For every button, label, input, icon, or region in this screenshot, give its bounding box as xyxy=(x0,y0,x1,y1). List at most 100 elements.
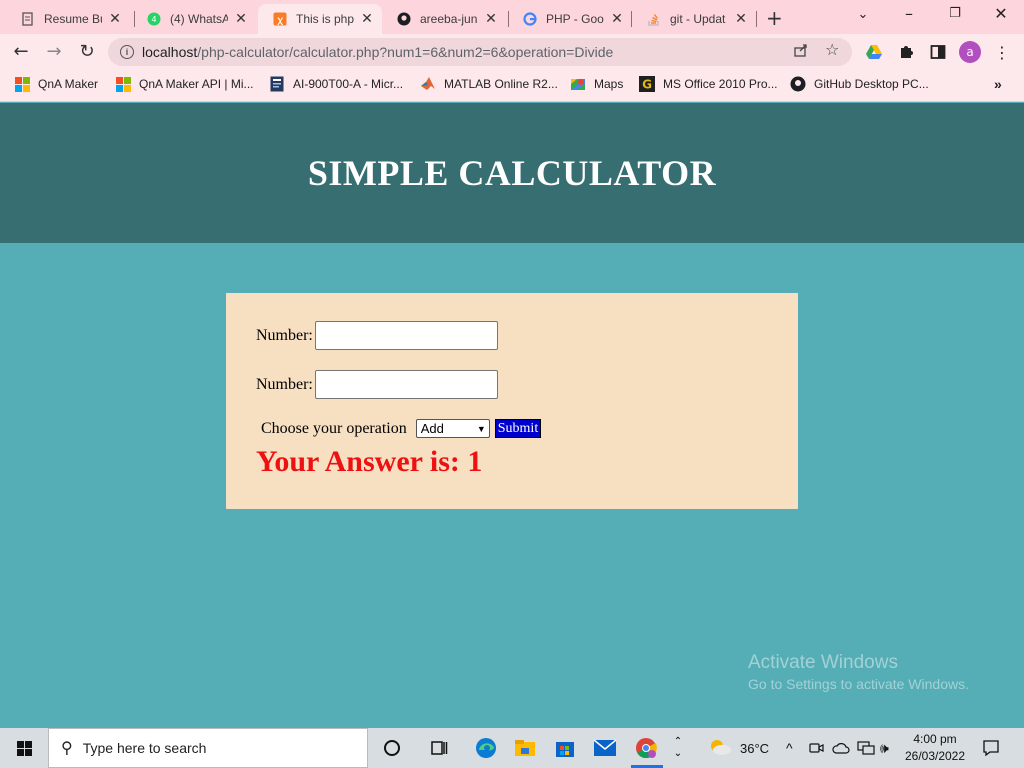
activate-windows-watermark: Activate Windows Go to Settings to activ… xyxy=(748,652,969,692)
whatsapp-icon: 4 xyxy=(146,11,162,27)
close-icon[interactable]: ✕ xyxy=(484,11,498,27)
system-clock[interactable]: 4:00 pm 26/03/2022 xyxy=(900,731,970,765)
bookmark-item[interactable]: AI-900T00-A - Micr... xyxy=(269,76,403,92)
bookmarks-bar: QnA Maker QnA Maker API | Mi... AI-900T0… xyxy=(0,70,1024,102)
watermark-title: Activate Windows xyxy=(748,652,898,673)
microsoft-icon xyxy=(115,76,131,92)
tab-whatsapp[interactable]: 4 (4) WhatsAp ✕ xyxy=(132,4,258,34)
network-icon[interactable] xyxy=(857,728,875,768)
close-icon[interactable]: ✕ xyxy=(360,11,374,27)
bookmark-star-icon[interactable]: ☆ xyxy=(825,40,839,59)
watermark-subtitle: Go to Settings to activate Windows. xyxy=(748,676,969,692)
minimize-icon[interactable]: – xyxy=(886,4,932,23)
bookmark-label: QnA Maker xyxy=(38,77,99,91)
taskbar-search-box[interactable]: ⚲ Type here to search xyxy=(48,728,368,768)
bookmark-item[interactable]: Maps xyxy=(570,76,623,92)
google-icon xyxy=(522,11,538,27)
operation-label: Choose your operation xyxy=(261,419,407,437)
operation-selected-value: Add xyxy=(420,421,444,436)
bookmark-item[interactable]: GitHub Desktop PC... xyxy=(790,76,929,92)
bookmark-label: AI-900T00-A - Micr... xyxy=(293,77,404,91)
start-button[interactable] xyxy=(0,728,48,768)
partly-sunny-icon xyxy=(708,738,732,759)
taskbar-scroll-chevrons-icon[interactable]: ⌃ ⌄ xyxy=(664,734,692,762)
tab-google-php[interactable]: PHP - Goo ✕ xyxy=(508,4,632,34)
page-title: SIMPLE CALCULATOR xyxy=(307,153,717,193)
more-bookmarks-chevron[interactable]: » xyxy=(994,76,1002,92)
number2-label: Number: xyxy=(256,375,313,393)
page-header: SIMPLE CALCULATOR xyxy=(0,103,1024,243)
reload-icon[interactable]: ↻ xyxy=(76,41,98,62)
windows-taskbar: ⚲ Type here to search ⌃⌄ 36°C ^ 🕪 4:00 xyxy=(0,728,1024,768)
matlab-icon xyxy=(420,76,436,92)
microsoft-icon xyxy=(14,76,30,92)
xampp-icon: ꭓ xyxy=(272,11,288,27)
tab-title: This is php xyxy=(296,12,354,26)
bookmark-item[interactable]: G MS Office 2010 Pro... xyxy=(639,76,778,92)
bookmark-item[interactable]: MATLAB Online R2... xyxy=(420,76,558,92)
number1-input[interactable] xyxy=(314,321,498,350)
tab-separator xyxy=(756,11,757,27)
forward-arrow-icon[interactable]: → xyxy=(43,41,65,62)
close-icon[interactable]: ✕ xyxy=(234,11,248,27)
microsoft-store-icon[interactable] xyxy=(551,734,579,762)
profile-avatar[interactable]: a xyxy=(959,41,981,63)
edge-browser-icon[interactable] xyxy=(472,734,500,762)
google-drive-icon[interactable] xyxy=(864,42,884,62)
notifications-icon[interactable] xyxy=(982,728,1000,768)
new-tab-plus-icon[interactable]: + xyxy=(766,6,783,30)
close-icon[interactable]: ✕ xyxy=(108,11,122,27)
search-placeholder: Type here to search xyxy=(82,740,207,756)
number2-input[interactable] xyxy=(314,370,498,399)
close-icon[interactable]: ✕ xyxy=(610,11,624,27)
course-icon xyxy=(269,76,285,92)
back-arrow-icon[interactable]: ← xyxy=(10,41,32,62)
operation-select[interactable]: Add ▼ xyxy=(415,419,490,438)
url-host: localhost xyxy=(142,44,198,60)
svg-text:ꭓ: ꭓ xyxy=(277,16,284,26)
more-menu-icon[interactable]: ⋮ xyxy=(992,42,1012,62)
weather-widget[interactable]: 36°C xyxy=(708,728,769,768)
temperature-text: 36°C xyxy=(740,740,770,756)
onedrive-cloud-icon[interactable] xyxy=(832,728,850,768)
tab-github[interactable]: areeba-jun ✕ xyxy=(382,4,508,34)
bookmark-item[interactable]: QnA Maker API | Mi... xyxy=(115,76,254,92)
bookmark-item[interactable]: QnA Maker xyxy=(14,76,98,92)
github-icon xyxy=(790,76,806,92)
close-window-icon[interactable]: ✕ xyxy=(978,4,1024,23)
tab-php-calculator[interactable]: ꭓ This is php ✕ xyxy=(258,4,382,34)
clock-date: 26/03/2022 xyxy=(904,749,966,763)
github-icon xyxy=(396,11,412,27)
mail-icon[interactable] xyxy=(591,734,619,762)
bookmark-label: QnA Maker API | Mi... xyxy=(139,77,254,91)
search-icon: ⚲ xyxy=(61,740,73,757)
site-info-icon[interactable]: i xyxy=(120,45,134,59)
task-view-icon[interactable] xyxy=(425,734,453,762)
calculator-form: Number: Number: Choose your operation Ad… xyxy=(226,293,798,509)
restore-icon[interactable]: ❐ xyxy=(932,6,978,21)
extensions-puzzle-icon[interactable] xyxy=(896,42,916,62)
tab-stackoverflow[interactable]: git - Updat ✕ xyxy=(632,4,756,34)
bookmark-label: MATLAB Online R2... xyxy=(444,77,558,91)
cortana-icon[interactable] xyxy=(378,734,406,762)
meet-now-icon[interactable] xyxy=(808,728,824,768)
number1-label: Number: xyxy=(256,326,313,344)
address-bar[interactable]: i localhost/php-calculator/calculator.ph… xyxy=(108,38,852,66)
chevron-down-icon: ▼ xyxy=(476,423,486,434)
bookmark-label: Maps xyxy=(594,77,624,91)
browser-toolbar: ← → ↻ i localhost/php-calculator/calcula… xyxy=(0,34,1024,70)
show-hidden-icons-chevron[interactable]: ^ xyxy=(786,728,793,768)
chrome-icon[interactable] xyxy=(632,734,660,762)
g-icon: G xyxy=(639,76,655,92)
tab-search-chevron-icon[interactable]: ⌄ xyxy=(840,7,886,22)
tab-title: git - Updat xyxy=(670,12,726,26)
file-explorer-icon[interactable] xyxy=(511,734,539,762)
volume-icon[interactable]: 🕪 xyxy=(880,728,889,768)
tab-resume[interactable]: Resume Bu ✕ xyxy=(6,4,130,34)
side-panel-icon[interactable] xyxy=(928,42,948,62)
close-icon[interactable]: ✕ xyxy=(734,11,748,27)
tab-title: Resume Bu xyxy=(44,12,102,26)
number1-row: Number: xyxy=(256,321,498,350)
submit-button[interactable]: Submit xyxy=(494,419,542,438)
share-icon[interactable] xyxy=(793,42,809,62)
